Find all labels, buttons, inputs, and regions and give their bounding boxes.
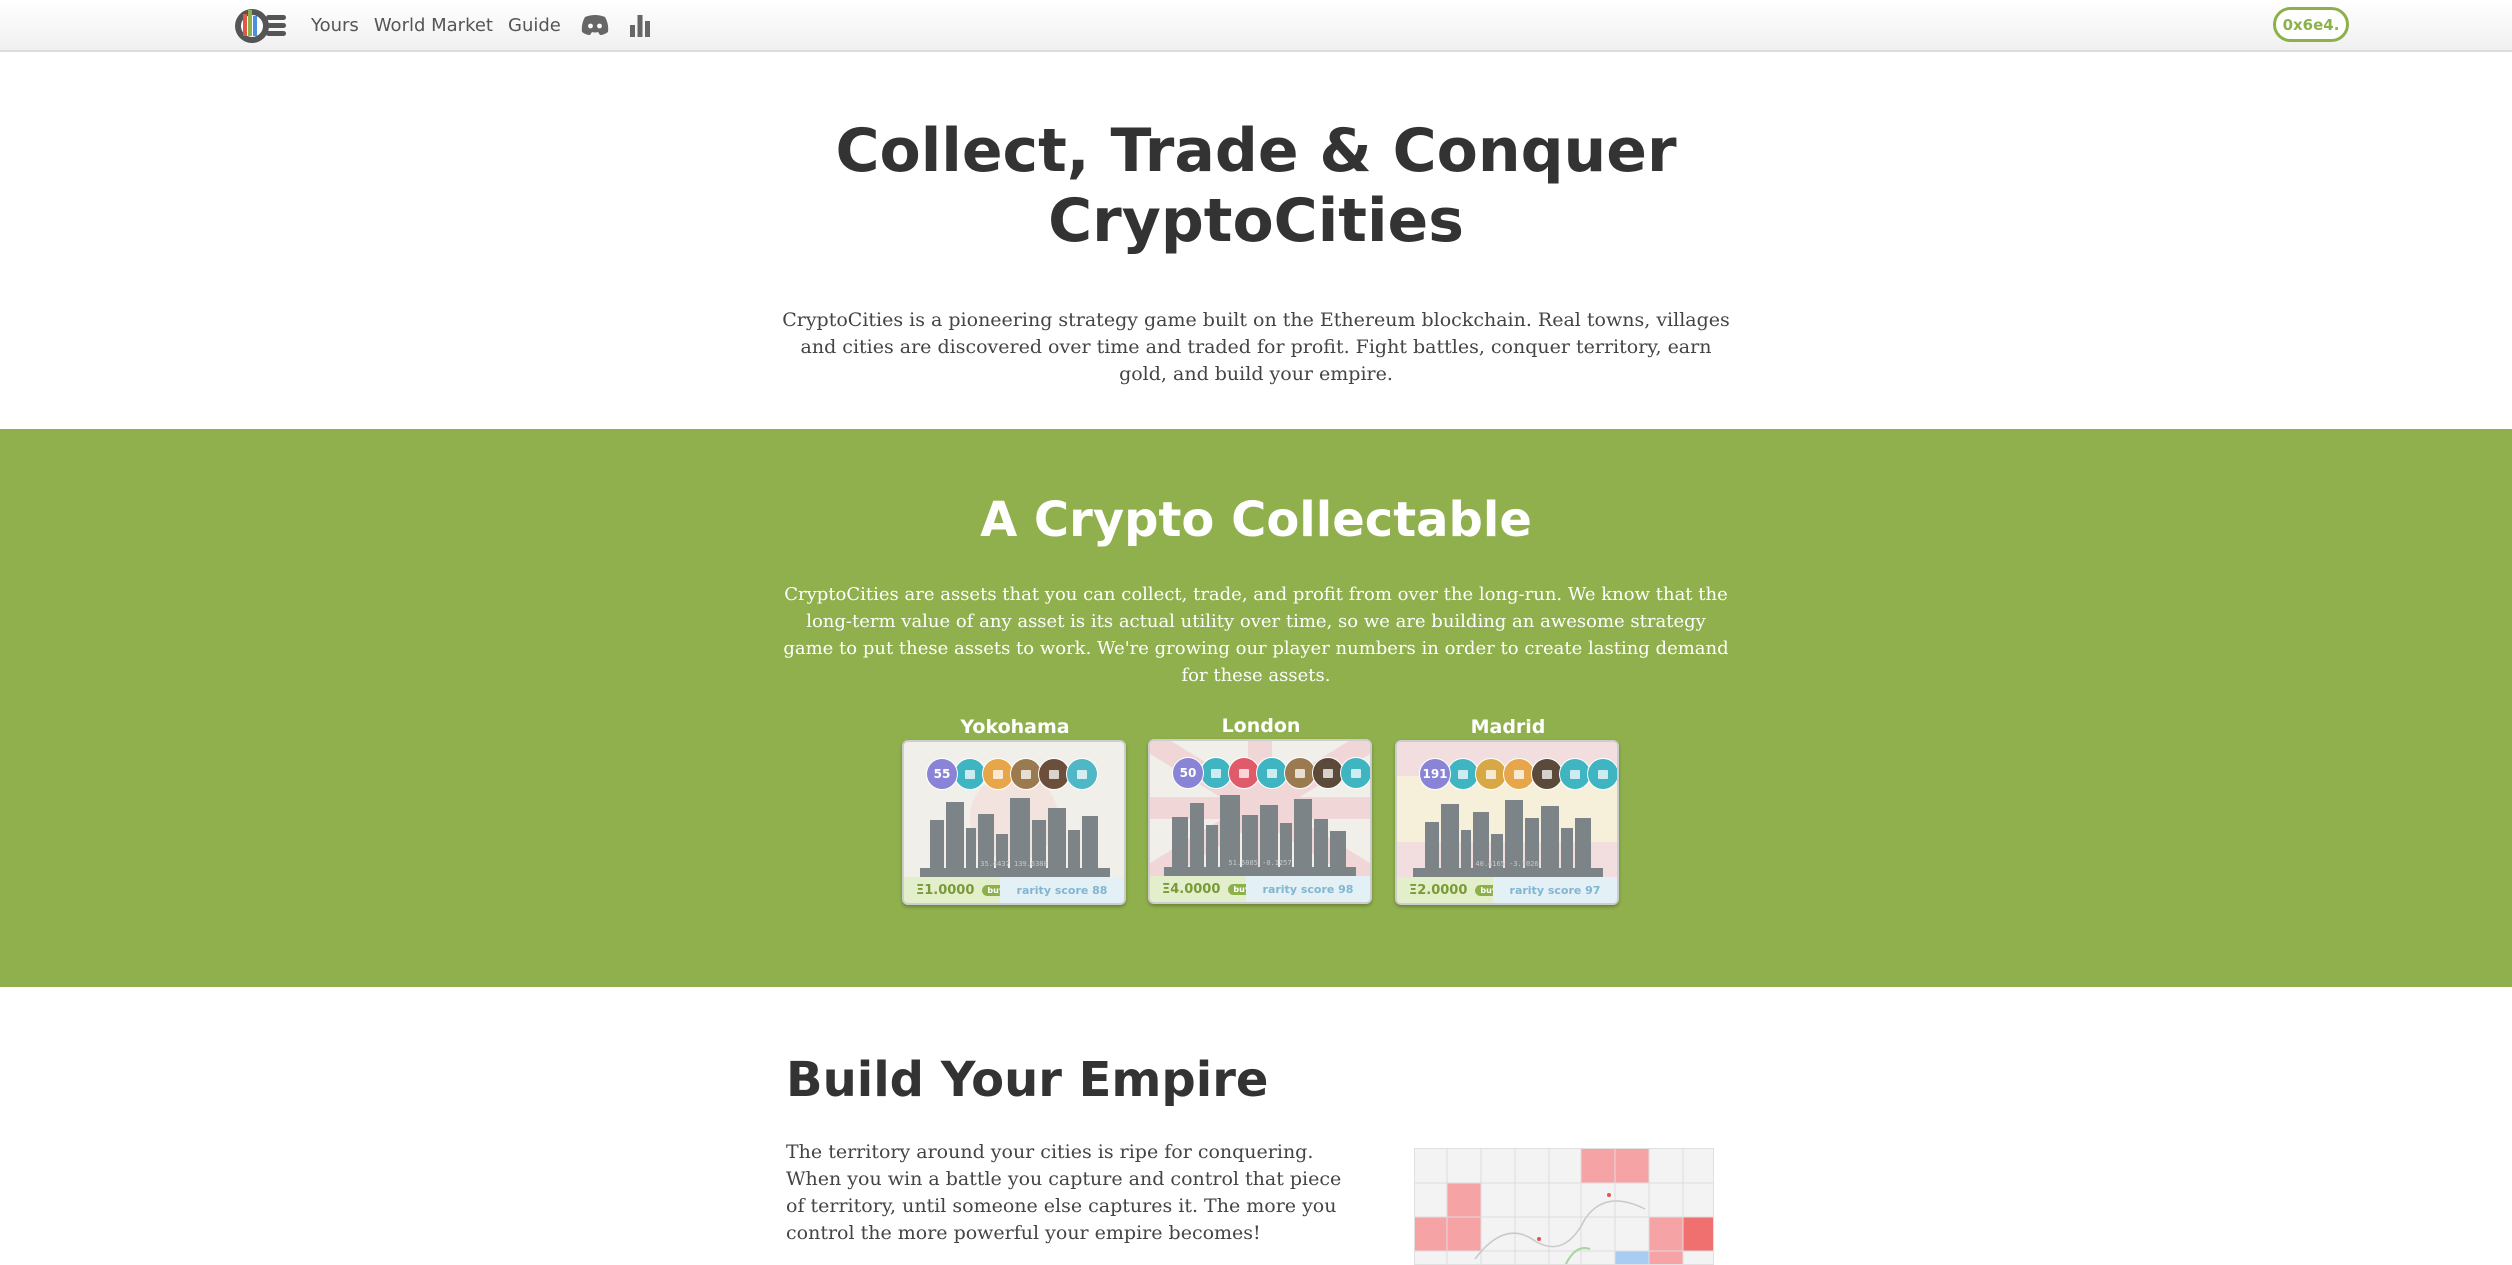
territory-map[interactable] [1414, 1148, 1714, 1265]
badge-count: 191 [1419, 758, 1451, 790]
city-card[interactable]: 191 40.4165 -3.7026 Ξ2.0000 buy rarity s… [1395, 740, 1619, 905]
leaderboard-icon[interactable] [628, 13, 652, 37]
territory-map-image [1415, 1149, 1713, 1264]
discord-icon[interactable] [580, 14, 610, 36]
city-card-madrid: Madrid 191 40.4165 -3.7026 Ξ2.0000 buy r… [1395, 714, 1621, 905]
empire-description: The territory around your cities is ripe… [786, 1141, 1342, 1244]
badge-icon [1340, 757, 1370, 789]
collectable-section: A Crypto Collectable CryptoCities are as… [0, 429, 2512, 987]
price-value: Ξ4.0000 [1162, 881, 1221, 897]
card-footer: Ξ4.0000 buy rarity score 98 [1150, 876, 1370, 902]
nav-yours-link[interactable]: Yours [311, 15, 359, 36]
price-value: Ξ2.0000 [1409, 882, 1468, 898]
badge-icon [1587, 758, 1617, 790]
empire-title: Build Your Empire [786, 1052, 1269, 1108]
city-name: London [1221, 715, 1301, 737]
card-footer: Ξ1.0000 buy rarity score 88 [904, 877, 1124, 903]
rarity-score: rarity score 97 [1493, 877, 1617, 903]
card-footer: Ξ2.0000 buy rarity score 97 [1397, 877, 1617, 903]
collectable-title: A Crypto Collectable [980, 492, 1532, 548]
city-card-london: London 50 51.5085 -0.1257 Ξ4.0000 buy ra… [1148, 713, 1374, 904]
logo-icon[interactable] [232, 4, 292, 46]
city-card-yokohama: Yokohama 55 35.4437 139.6380 Ξ1.0000 buy… [902, 714, 1128, 905]
hero-title: Collect, Trade & Conquer CryptoCities [0, 116, 2512, 256]
price-tag: Ξ2.0000 buy [1397, 877, 1503, 903]
rarity-score: rarity score 98 [1246, 876, 1370, 902]
account-button[interactable]: 0x6e4. [2273, 7, 2349, 42]
price-value: Ξ1.0000 [916, 882, 975, 898]
top-navbar: Yours World Market Guide 0x6e4. [0, 0, 2512, 52]
rarity-score: rarity score 88 [1000, 877, 1124, 903]
city-coordinates: 35.4437 139.6380 [980, 860, 1048, 868]
city-card[interactable]: 55 35.4437 139.6380 Ξ1.0000 buy rarity s… [902, 740, 1126, 905]
badge-row: 50 [1172, 757, 1370, 789]
badge-icon [1066, 758, 1098, 790]
city-coordinates: 40.4165 -3.7026 [1475, 860, 1539, 868]
price-tag: Ξ1.0000 buy [904, 877, 1010, 903]
city-card[interactable]: 50 51.5085 -0.1257 Ξ4.0000 buy rarity sc… [1148, 739, 1372, 904]
price-tag: Ξ4.0000 buy [1150, 876, 1256, 902]
badge-row: 55 [926, 758, 1098, 790]
nav-guide-link[interactable]: Guide [508, 15, 561, 36]
city-coordinates: 51.5085 -0.1257 [1228, 859, 1292, 867]
badge-row: 191 [1419, 758, 1617, 790]
nav-world-market-link[interactable]: World Market [374, 15, 493, 36]
hero-description: CryptoCities is a pioneering strategy ga… [782, 309, 1730, 385]
city-name: Madrid [1470, 716, 1546, 738]
city-name: Yokohama [960, 716, 1070, 738]
collectable-description: CryptoCities are assets that you can col… [783, 584, 1729, 686]
badge-count: 50 [1172, 757, 1204, 789]
hero-title-line2: CryptoCities [1048, 186, 1464, 256]
hero-title-line1: Collect, Trade & Conquer [835, 116, 1677, 186]
badge-count: 55 [926, 758, 958, 790]
